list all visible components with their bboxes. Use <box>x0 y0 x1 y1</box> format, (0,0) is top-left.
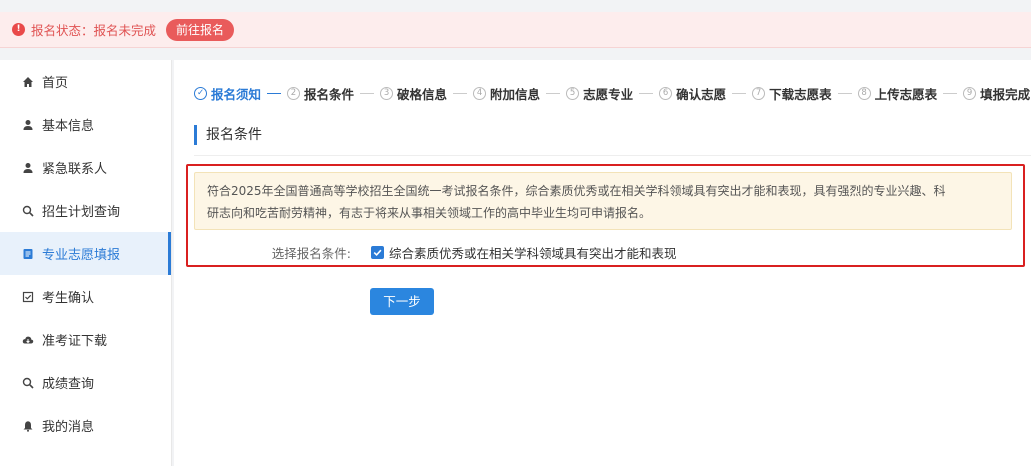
step-label: 确认志愿 <box>676 86 727 102</box>
step-number: 2 <box>287 86 301 100</box>
step-connector <box>732 92 747 94</box>
condition-option-label[interactable]: 综合素质优秀或在相关学科领域具有突出才能和表现 <box>389 243 677 262</box>
status-alert-bar: ! 报名状态：报名未完成 前往报名 <box>0 12 1031 48</box>
condition-checkbox[interactable] <box>371 245 384 259</box>
step-number: 8 <box>857 86 871 100</box>
step-number: 4 <box>473 86 487 100</box>
step-check-icon: ✓ <box>194 86 207 100</box>
home-icon <box>22 76 34 88</box>
step-label: 上传志愿表 <box>874 86 938 102</box>
step-item[interactable]: 3 破格信息 <box>380 84 473 103</box>
sidebar-item-basic-info[interactable]: 基本信息 <box>0 103 171 146</box>
step-item[interactable]: 7 下载志愿表 <box>752 84 858 103</box>
step-label: 填报完成 <box>980 86 1031 102</box>
step-label: 志愿专业 <box>583 86 634 102</box>
sidebar-item-major-preference[interactable]: 专业志愿填报 <box>0 232 171 275</box>
condition-label: 选择报名条件: <box>271 245 351 261</box>
step-connector <box>837 92 852 94</box>
cloud-download-icon <box>22 334 34 346</box>
step-label: 附加信息 <box>490 86 541 102</box>
warning-icon: ! <box>12 23 25 36</box>
step-label: 报名条件 <box>304 86 355 102</box>
step-connector <box>267 92 282 94</box>
go-register-button[interactable]: 前往报名 <box>166 18 235 41</box>
step-number: 9 <box>963 86 977 100</box>
step-label: 报名须知 <box>211 86 262 102</box>
bell-icon <box>22 420 34 432</box>
sidebar-item-admission-ticket-download[interactable]: 准考证下载 <box>0 318 171 361</box>
eligibility-notice: 符合2025年全国普通高等学校招生全国统一考试报名条件，综合素质优秀或在相关学科… <box>194 172 1012 230</box>
step-connector <box>546 92 561 94</box>
checkbox-icon <box>22 291 34 303</box>
sidebar-item-emergency-contact[interactable]: 紧急联系人 <box>0 146 171 189</box>
sidebar-item-label: 考生确认 <box>42 291 95 306</box>
sidebar: 首页 基本信息 紧急联系人 招生计划查询 专业志愿填报 考生确认 准考证下载 成… <box>0 60 172 466</box>
sidebar-item-label: 成绩查询 <box>42 377 95 392</box>
sidebar-item-label: 我的消息 <box>42 420 95 435</box>
sidebar-item-candidate-confirm[interactable]: 考生确认 <box>0 275 171 318</box>
sidebar-item-label: 基本信息 <box>42 119 95 134</box>
sidebar-item-label: 首页 <box>42 76 69 91</box>
sidebar-item-label: 准考证下载 <box>42 334 108 349</box>
top-strip <box>0 0 1031 12</box>
step-item[interactable]: 4 附加信息 <box>473 84 566 103</box>
step-item[interactable]: 5 志愿专业 <box>566 84 659 103</box>
section-title: 报名条件 <box>194 125 262 145</box>
step-item[interactable]: 8 上传志愿表 <box>857 84 964 103</box>
step-label: 破格信息 <box>397 86 448 102</box>
condition-row: 选择报名条件: 综合素质优秀或在相关学科领域具有突出才能和表现 <box>194 242 1014 262</box>
registration-status-text: 报名状态：报名未完成 <box>31 23 157 38</box>
sidebar-item-label: 紧急联系人 <box>42 162 108 177</box>
sidebar-item-home[interactable]: 首页 <box>0 60 171 103</box>
step-item[interactable]: ✓ 报名须知 <box>194 84 287 103</box>
document-icon <box>22 248 34 260</box>
notice-line: 研志向和吃苦耐劳精神，有志于将来从事相关领域工作的高中毕业生均可申请报名。 <box>207 206 652 220</box>
main-content: ✓ 报名须知 2 报名条件 3 破格信息 4 附加信息 5 志愿专业 6 确认志… <box>174 60 1031 466</box>
step-number: 3 <box>380 86 394 100</box>
sidebar-item-my-messages[interactable]: 我的消息 <box>0 404 171 447</box>
step-connector <box>639 92 654 94</box>
step-label: 下载志愿表 <box>769 86 832 102</box>
step-connector <box>943 92 958 94</box>
step-number: 5 <box>566 86 580 100</box>
check-icon <box>373 249 382 256</box>
search-icon <box>22 205 34 217</box>
step-connector <box>453 92 468 94</box>
search-icon <box>22 377 34 389</box>
step-item[interactable]: 9 填报完成 <box>963 84 1030 103</box>
sidebar-item-label: 招生计划查询 <box>42 205 121 220</box>
next-step-button[interactable]: 下一步 <box>370 288 434 315</box>
step-number: 6 <box>659 86 673 100</box>
user-icon <box>22 119 34 131</box>
sidebar-item-enrollment-plan-query[interactable]: 招生计划查询 <box>0 189 171 232</box>
step-item[interactable]: 6 确认志愿 <box>659 84 752 103</box>
divider <box>194 155 1031 156</box>
notice-line: 符合2025年全国普通高等学校招生全国统一考试报名条件，综合素质优秀或在相关学科… <box>207 184 946 198</box>
user-icon <box>22 162 34 174</box>
step-item[interactable]: 2 报名条件 <box>287 84 380 103</box>
step-number: 7 <box>752 86 766 100</box>
sidebar-item-label: 专业志愿填报 <box>42 248 121 263</box>
step-progress: ✓ 报名须知 2 报名条件 3 破格信息 4 附加信息 5 志愿专业 6 确认志… <box>194 84 1030 102</box>
sidebar-item-score-query[interactable]: 成绩查询 <box>0 361 171 404</box>
step-connector <box>360 92 375 94</box>
